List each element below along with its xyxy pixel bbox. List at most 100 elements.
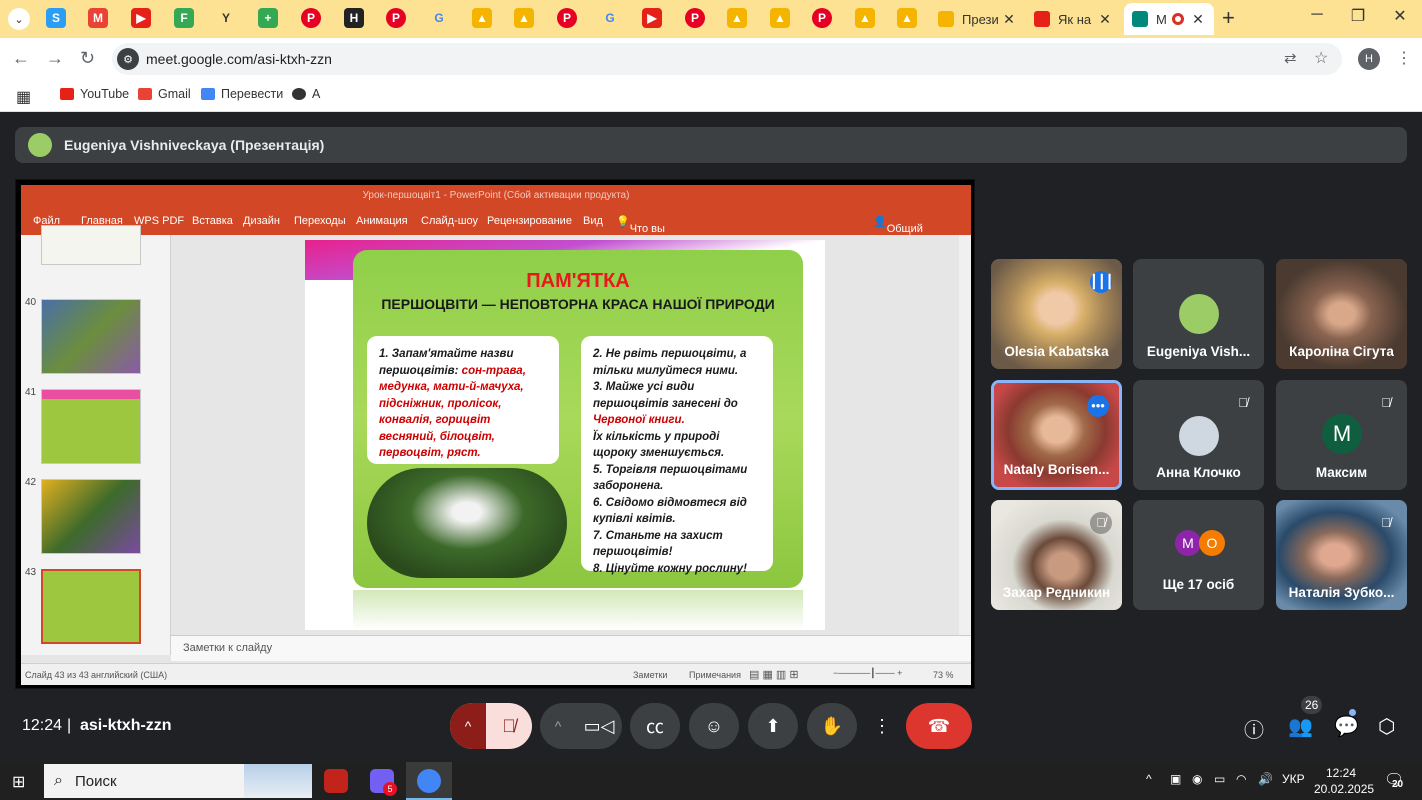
pinterest-tab-icon[interactable]: P xyxy=(301,8,321,28)
more-options-button[interactable]: ⋮ xyxy=(866,703,898,749)
tab-icon[interactable]: S xyxy=(46,8,66,28)
apps-grid-icon[interactable]: ▦ xyxy=(16,87,31,107)
tab-icon[interactable]: F xyxy=(174,8,194,28)
pinterest-tab-icon[interactable]: P xyxy=(557,8,577,28)
bookmark-youtube[interactable]: YouTube xyxy=(60,87,129,101)
maximize-button[interactable]: ❐ xyxy=(1343,6,1373,26)
slides-tab-icon[interactable]: ▲ xyxy=(727,8,747,28)
window-close-button[interactable]: ✕ xyxy=(1385,6,1415,26)
pinterest-tab-icon[interactable]: P xyxy=(812,8,832,28)
zoom-slider[interactable]: −─────┃─── + xyxy=(833,668,902,679)
close-icon[interactable]: ✕ xyxy=(1001,11,1017,28)
info-icon[interactable]: ⓘ xyxy=(1244,714,1264,743)
taskbar-search[interactable]: ⌕ Поиск xyxy=(44,764,312,798)
chrome-app-icon[interactable] xyxy=(417,769,441,793)
close-icon[interactable]: ✕ xyxy=(1190,11,1206,28)
notes-toggle[interactable]: Заметки xyxy=(633,670,667,680)
ppt-menu-slideshow[interactable]: Слайд-шоу xyxy=(421,215,478,227)
zoom-level[interactable]: 73 % xyxy=(933,670,954,680)
camera-icon[interactable]: ▭◁ xyxy=(576,716,622,737)
language-indicator[interactable]: английский (США) xyxy=(91,670,167,680)
windows-start-icon[interactable]: ⊞ xyxy=(12,772,25,792)
chevron-up-icon[interactable]: ^ xyxy=(540,718,576,734)
participant-tile-overflow[interactable]: M O Ще 17 осіб xyxy=(1133,500,1264,610)
youtube-tab-icon[interactable]: ▶ xyxy=(642,8,662,28)
forward-icon[interactable]: → xyxy=(46,48,64,69)
chat-icon[interactable]: 💬 xyxy=(1334,714,1359,739)
tray-icon[interactable]: ▣ xyxy=(1170,772,1181,786)
site-info-icon[interactable]: ⚙ xyxy=(117,48,139,70)
comments-toggle[interactable]: Примечания xyxy=(689,670,741,680)
raise-hand-button[interactable]: ✋ xyxy=(807,703,857,749)
slides-tab-icon[interactable]: ▲ xyxy=(514,8,534,28)
captions-button[interactable]: ㏄ xyxy=(630,703,680,749)
omnibox[interactable]: ⚙ meet.google.com/asi-ktxh-zzn ⇄ ☆ xyxy=(112,43,1342,75)
new-tab-button[interactable]: + xyxy=(1222,7,1235,29)
slide-thumbnail[interactable] xyxy=(41,225,141,265)
bookmark-gmail[interactable]: Gmail xyxy=(138,87,191,101)
present-button[interactable]: ⬆ xyxy=(748,703,798,749)
translate-icon[interactable]: ⇄ xyxy=(1284,49,1297,67)
ppt-menu-transitions[interactable]: Переходы xyxy=(294,215,346,227)
more-options-icon[interactable]: ••• xyxy=(1087,395,1109,417)
google-tab-icon[interactable]: G xyxy=(429,8,449,28)
wps-app-icon[interactable] xyxy=(324,769,348,793)
pinterest-tab-icon[interactable]: P xyxy=(685,8,705,28)
slide-thumbnail-active[interactable] xyxy=(41,569,141,644)
menu-kebab-icon[interactable]: ⋮ xyxy=(1396,48,1412,68)
tab-meet[interactable]: M ✕ xyxy=(1124,3,1214,35)
reload-icon[interactable]: ↻ xyxy=(80,48,95,69)
url-text[interactable]: meet.google.com/asi-ktxh-zzn xyxy=(146,51,332,67)
participant-tile[interactable]: 🎙̸ Анна Клочко xyxy=(1133,380,1264,490)
slides-tab-icon[interactable]: ▲ xyxy=(855,8,875,28)
language-indicator[interactable]: УКР xyxy=(1282,772,1305,786)
ppt-menu-view[interactable]: Вид xyxy=(583,215,603,227)
ppt-menu-wpspdf[interactable]: WPS PDF xyxy=(134,215,184,227)
tab-presentation[interactable]: Прези ✕ xyxy=(930,3,1025,35)
slides-tab-icon[interactable]: ▲ xyxy=(897,8,917,28)
battery-icon[interactable]: ▭ xyxy=(1214,772,1225,786)
gmail-tab-icon[interactable]: M xyxy=(88,8,108,28)
participant-tile[interactable]: ┃┃┃ Olesia Kabatska xyxy=(991,259,1122,369)
bookmark-translate[interactable]: Перевести xyxy=(201,87,283,101)
tray-icon[interactable]: ◉ xyxy=(1192,772,1202,786)
slide-thumbnail[interactable] xyxy=(41,389,141,464)
youtube-tab-icon[interactable]: ▶ xyxy=(131,8,151,28)
minimize-button[interactable]: ─ xyxy=(1302,6,1332,24)
tab-search-button[interactable]: ⌄ xyxy=(8,8,30,30)
ppt-tell-me[interactable]: 💡 Что вы хотите сделать? xyxy=(616,215,677,259)
tray-overflow-icon[interactable]: ^ xyxy=(1146,772,1152,786)
tab-icon[interactable]: + xyxy=(258,8,278,28)
people-icon[interactable]: 👥 xyxy=(1288,714,1313,739)
tab-icon[interactable]: H xyxy=(344,8,364,28)
participant-tile-active[interactable]: ••• Nataly Borisen... xyxy=(991,380,1122,490)
tab-icon[interactable]: Y xyxy=(216,8,236,28)
participant-tile[interactable]: Кароліна Сігута xyxy=(1276,259,1407,369)
slide-thumbnail[interactable] xyxy=(41,299,141,374)
clock-time[interactable]: 12:24 xyxy=(1326,766,1356,780)
tab-youtube[interactable]: Як на ✕ xyxy=(1026,3,1121,35)
view-buttons[interactable]: ▤ ▦ ▥ ⊞ xyxy=(749,668,799,681)
ppt-share[interactable]: 👤 Общий доступ xyxy=(873,215,923,247)
google-tab-icon[interactable]: G xyxy=(600,8,620,28)
volume-icon[interactable]: 🔊 xyxy=(1258,772,1273,786)
slide-thumbnail[interactable] xyxy=(41,479,141,554)
emoji-button[interactable]: ☺ xyxy=(689,703,739,749)
bookmark-star-icon[interactable]: ☆ xyxy=(1314,48,1328,68)
camera-control[interactable]: ^ ▭◁ xyxy=(540,703,622,749)
chevron-up-icon[interactable]: ^ xyxy=(450,703,486,749)
back-icon[interactable]: ← xyxy=(12,48,30,69)
slides-tab-icon[interactable]: ▲ xyxy=(770,8,790,28)
ppt-menu-insert[interactable]: Вставка xyxy=(192,215,233,227)
vertical-scrollbar[interactable] xyxy=(959,235,971,635)
profile-avatar[interactable]: H xyxy=(1358,48,1380,70)
clock-date[interactable]: 20.02.2025 xyxy=(1314,782,1374,796)
pinterest-tab-icon[interactable]: P xyxy=(386,8,406,28)
ppt-menu-review[interactable]: Рецензирование xyxy=(487,215,572,227)
participant-tile[interactable]: 🎙̸ Наталія Зубко... xyxy=(1276,500,1407,610)
participant-tile[interactable]: M 🎙̸ Максим xyxy=(1276,380,1407,490)
activities-icon[interactable]: ⬡ xyxy=(1378,714,1395,739)
participant-tile[interactable]: 🎙̸ Захар Редникин xyxy=(991,500,1122,610)
ppt-menu-design[interactable]: Дизайн xyxy=(243,215,280,227)
mic-off-icon[interactable]: 🎙̸ xyxy=(486,716,532,737)
